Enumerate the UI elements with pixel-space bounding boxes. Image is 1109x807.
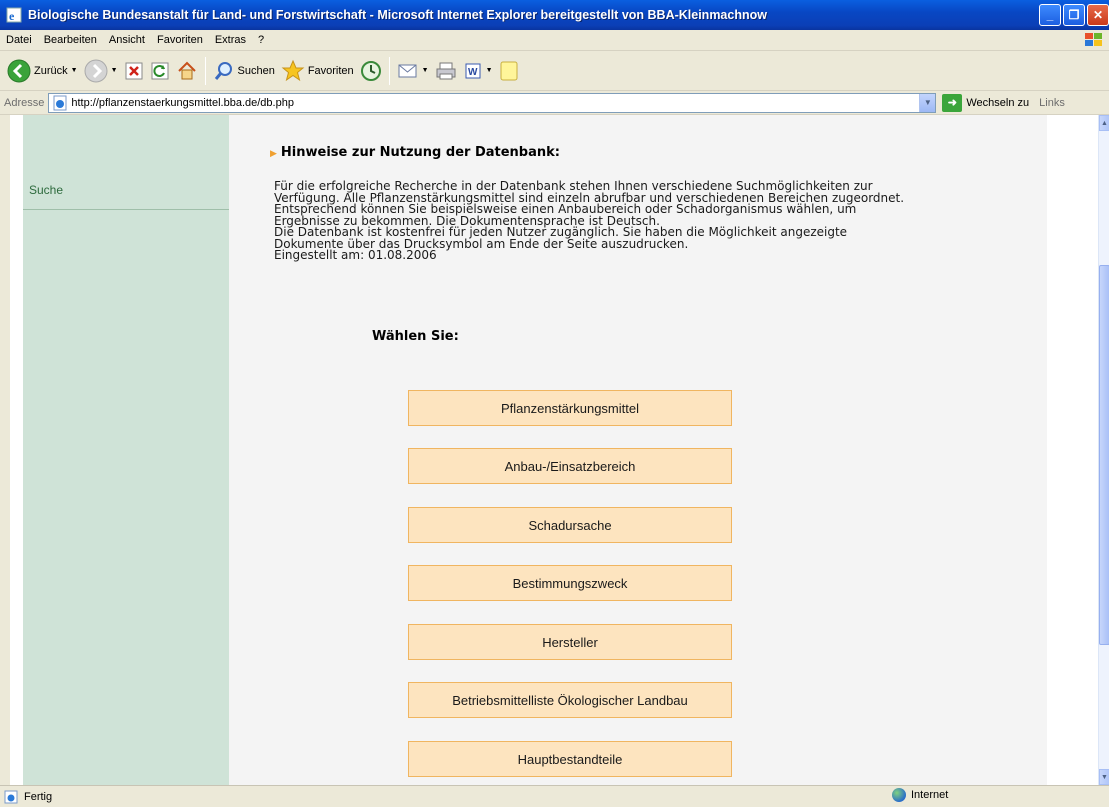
search-icon [214,61,232,80]
option-hersteller-button[interactable]: Hersteller [408,624,732,660]
toolbar: Zurück ▼ ▼ Suchen Favoriten ▼ W ▼ [0,51,1109,91]
stop-icon [125,62,142,79]
svg-text:e: e [9,9,15,23]
address-dropdown-icon[interactable]: ▼ [919,93,936,112]
scroll-thumb[interactable] [1099,265,1109,645]
menu-favoriten[interactable]: Favoriten [151,34,209,46]
mail-dropdown-icon[interactable]: ▼ [422,67,429,74]
note-icon [500,61,518,80]
address-label: Adresse [4,96,45,109]
sidebar-item-suche[interactable]: Suche [29,183,63,197]
page-heading: ▶ Hinweise zur Nutzung der Datenbank: [270,145,560,160]
info-paragraph: Für die erfolgreiche Recherche in der Da… [274,180,1034,262]
menu-ansicht[interactable]: Ansicht [103,34,151,46]
favorites-star-icon [281,59,305,81]
frame-border [0,115,10,785]
history-button[interactable] [357,55,385,87]
menu-bar: Datei Bearbeiten Ansicht Favoriten Extra… [0,30,1109,51]
toolbar-separator [204,56,206,85]
window-title: Biologische Bundesanstalt für Land- und … [28,8,767,22]
menu-extras[interactable]: Extras [209,34,252,46]
page-icon [53,95,67,110]
windows-logo-icon [1085,33,1102,46]
back-label: Zurück [34,64,68,77]
vertical-scrollbar[interactable]: ▲ ▼ [1098,115,1109,785]
printer-icon [436,62,456,79]
home-icon [177,61,196,79]
toolbar-separator [388,56,390,85]
menu-datei[interactable]: Datei [0,34,38,46]
choose-heading: Wählen Sie: [372,329,459,344]
status-text: Fertig [24,790,53,803]
forward-button[interactable]: ▼ [81,55,121,87]
search-label: Suchen [237,64,275,77]
forward-arrow-icon [84,59,108,82]
menu-help[interactable]: ? [252,34,270,46]
go-arrow-icon: ➜ [942,93,963,112]
option-hauptbestandteile-button[interactable]: Hauptbestandteile [408,741,732,777]
sidebar: Suche [23,115,229,785]
search-button[interactable]: Suchen [210,55,278,87]
option-schadursache-button[interactable]: Schadursache [408,507,732,543]
mail-button[interactable]: ▼ [394,55,432,87]
refresh-icon [151,62,168,79]
internet-globe-icon [892,788,906,802]
note-button[interactable] [496,55,522,87]
option-anbau-einsatzbereich-button[interactable]: Anbau-/Einsatzbereich [408,448,732,484]
menu-bearbeiten[interactable]: Bearbeiten [38,34,103,46]
scroll-down-icon[interactable]: ▼ [1099,769,1109,785]
zone-label: Internet [911,789,949,801]
page-done-icon [4,790,18,803]
info-line: Eingestellt am: 01.08.2006 [274,248,437,262]
links-toolbar[interactable]: Links [1039,97,1065,109]
option-pflanzenstaerkungsmittel-button[interactable]: Pflanzenstärkungsmittel [408,390,732,426]
option-bestimmungszweck-button[interactable]: Bestimmungszweck [408,565,732,601]
word-icon: W [465,63,481,78]
favorites-button[interactable]: Favoriten [278,55,357,87]
forward-dropdown-icon[interactable]: ▼ [111,67,118,74]
ie-icon: e [6,7,22,23]
edit-word-button[interactable]: W ▼ [460,55,496,87]
stop-button[interactable] [121,55,147,87]
address-bar: Adresse http://pflanzenstaerkungsmittel.… [0,91,1109,115]
address-url: http://pflanzenstaerkungsmittel.bba.de/d… [71,96,294,109]
security-zone: Internet [892,788,948,802]
favorites-label: Favoriten [307,64,354,77]
option-betriebsmittelliste-button[interactable]: Betriebsmittelliste Ökologischer Landbau [408,682,732,718]
svg-text:W: W [468,67,478,78]
back-arrow-icon [7,59,31,82]
status-bar: Fertig Internet [0,785,1109,807]
edit-dropdown-icon[interactable]: ▼ [486,67,493,74]
back-button[interactable]: Zurück ▼ [4,55,81,87]
back-dropdown-icon[interactable]: ▼ [71,67,78,74]
go-button[interactable]: ➜ Wechseln zu [942,93,1030,112]
heading-text: Hinweise zur Nutzung der Datenbank: [280,145,560,160]
print-button[interactable] [432,55,460,87]
history-icon [360,60,381,81]
bullet-arrow-icon: ▶ [270,149,277,159]
title-bar: e Biologische Bundesanstalt für Land- un… [0,0,1109,30]
maximize-button[interactable]: ❐ [1063,4,1085,26]
page-viewport: Suche ▶ Hinweise zur Nutzung der Datenban… [0,115,1109,785]
main-content: ▶ Hinweise zur Nutzung der Datenbank: Für… [229,115,1047,785]
close-button[interactable]: ✕ [1087,4,1109,26]
home-button[interactable] [173,55,201,87]
address-input[interactable]: http://pflanzenstaerkungsmittel.bba.de/d… [48,92,937,113]
minimize-button[interactable]: _ [1039,4,1061,26]
go-label: Wechseln zu [966,96,1030,109]
mail-icon [398,64,417,77]
refresh-button[interactable] [147,55,173,87]
scroll-up-icon[interactable]: ▲ [1099,115,1109,131]
sidebar-divider [23,209,229,210]
